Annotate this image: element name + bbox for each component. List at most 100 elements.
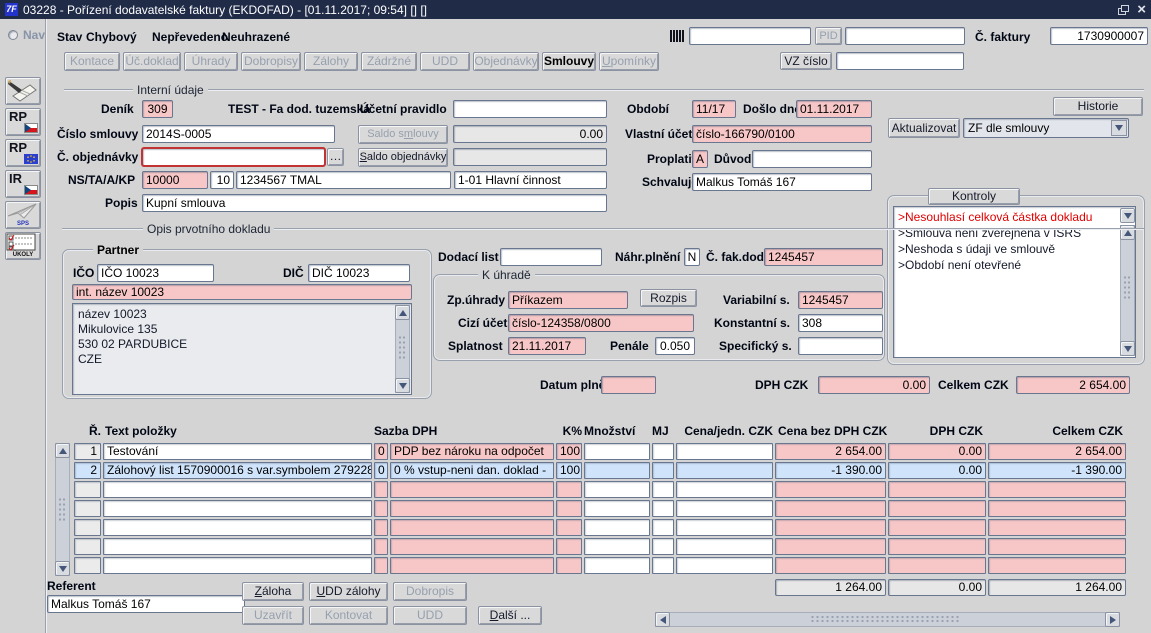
grid-cell-vat[interactable]	[888, 538, 986, 555]
grid-cell-net[interactable]: 2 654.00	[775, 443, 886, 460]
dobropis-button[interactable]: Dobropis	[393, 582, 467, 601]
duvod-field[interactable]	[752, 150, 872, 168]
grid-cell-num[interactable]	[74, 538, 101, 555]
tab-kontace[interactable]: Kontace	[64, 52, 120, 71]
vz-cislo-input[interactable]	[836, 52, 964, 70]
grid-cell-code[interactable]: 0	[374, 443, 388, 460]
tab-zadrzne[interactable]: Zádržné	[361, 52, 417, 71]
tab-uhrady[interactable]: Úhrady	[184, 52, 238, 71]
cislo-smlouvy-field[interactable]: 2014S-0005	[142, 125, 335, 143]
ns-field-2[interactable]: 10	[210, 171, 234, 189]
grid-cell-k[interactable]: 100	[556, 462, 582, 479]
datum-plneni-field[interactable]	[601, 376, 656, 394]
grid-cell-vat[interactable]: 0.00	[888, 443, 986, 460]
grid-cell-net[interactable]	[775, 538, 886, 555]
grid-cell-num[interactable]	[74, 481, 101, 498]
nav-radio[interactable]	[8, 30, 18, 40]
address-scroll-up-icon[interactable]	[395, 305, 410, 320]
grid-cell-total[interactable]: -1 390.00	[988, 462, 1126, 479]
grid-cell-code[interactable]	[374, 500, 388, 517]
grid-cell-net[interactable]	[775, 481, 886, 498]
grid-scroll-up-icon[interactable]	[55, 443, 70, 458]
ns-field-1[interactable]: 10000	[142, 171, 208, 189]
grid-cell-mj[interactable]	[652, 519, 674, 536]
kontroly-scroll-down-icon[interactable]	[1120, 341, 1135, 356]
grid-cell-unit[interactable]	[676, 443, 773, 460]
sidebar-button-sign-invoice[interactable]	[5, 77, 41, 105]
ico-field[interactable]: IČO 10023	[97, 264, 214, 282]
grid-cell-rate[interactable]	[390, 481, 554, 498]
grid-cell-text[interactable]	[103, 519, 372, 536]
udd-button[interactable]: UDD	[393, 606, 467, 625]
grid-cell-num[interactable]: 1	[74, 443, 101, 460]
grid-cell-mj[interactable]	[652, 557, 674, 574]
restore-window-icon[interactable]	[1118, 5, 1129, 15]
grid-cell-mj[interactable]	[652, 481, 674, 498]
aktualizovat-button[interactable]: Aktualizovat	[888, 118, 960, 138]
grid-cell-mj[interactable]	[652, 538, 674, 555]
udd-zalohy-button[interactable]: UDD zálohy	[309, 582, 388, 601]
tab-smlouvy[interactable]: Smlouvy	[542, 52, 596, 71]
grid-cell-total[interactable]: 2 654.00	[988, 443, 1126, 460]
grid-scroll-right-icon[interactable]	[1105, 612, 1120, 627]
kontroly-dropdown-icon[interactable]	[1120, 208, 1135, 223]
specificky-field[interactable]	[798, 337, 883, 355]
grid-scroll-left-icon[interactable]	[655, 612, 670, 627]
konstantni-field[interactable]: 308	[798, 314, 883, 332]
ns-field-3[interactable]: 1234567 TMAL	[236, 171, 451, 189]
pid-input[interactable]	[845, 27, 965, 45]
grid-cell-rate[interactable]: 0 % vstup-neni dan. doklad -	[390, 462, 554, 479]
grid-cell-code[interactable]	[374, 519, 388, 536]
grid-cell-mj[interactable]	[652, 462, 674, 479]
grid-cell-text[interactable]	[103, 538, 372, 555]
c-objednavky-field[interactable]	[142, 148, 325, 166]
doslo-dne-field[interactable]: 01.11.2017	[796, 100, 872, 118]
grid-cell-vat[interactable]	[888, 500, 986, 517]
grid-cell-num[interactable]	[74, 557, 101, 574]
grid-cell-total[interactable]	[988, 538, 1126, 555]
grid-cell-vat[interactable]	[888, 481, 986, 498]
grid-cell-code[interactable]: 0	[374, 462, 388, 479]
vlastni-ucet-field[interactable]: číslo-166790/0100	[692, 125, 872, 143]
grid-cell-rate[interactable]	[390, 519, 554, 536]
tab-zalohy[interactable]: Zálohy	[304, 52, 358, 71]
sidebar-button-ir-cz[interactable]: IR	[5, 170, 41, 198]
dalsi-button[interactable]: Další ...	[478, 606, 542, 625]
grid-cell-unit[interactable]	[676, 538, 773, 555]
saldo-smlouvy-button[interactable]: Saldo smlouvy	[358, 125, 448, 144]
kontroly-item[interactable]: >Nesouhlasí celková částka dokladu	[898, 210, 1092, 224]
grid-cell-text[interactable]: Zálohový list 1570900016 s var.symbolem …	[103, 462, 372, 479]
ucetni-pravidlo-field[interactable]	[453, 100, 607, 118]
grid-cell-qty[interactable]	[584, 481, 650, 498]
grid-cell-text[interactable]	[103, 481, 372, 498]
address-scroll-thumb[interactable]	[398, 335, 407, 359]
grid-cell-k[interactable]	[556, 519, 582, 536]
penale-field[interactable]: 0.050	[655, 337, 695, 355]
ns-field-4[interactable]: 1-01 Hlavní činnost	[454, 171, 607, 189]
partner-name-field[interactable]: int. název 10023	[72, 284, 412, 300]
grid-cell-num[interactable]	[74, 519, 101, 536]
grid-cell-net[interactable]	[775, 500, 886, 517]
grid-hscroll-thumb[interactable]	[810, 615, 960, 624]
kontroly-item[interactable]: >Neshoda s údaji ve smlouvě	[898, 242, 1055, 256]
grid-scroll-down-icon[interactable]	[55, 561, 70, 576]
grid-cell-qty[interactable]	[584, 557, 650, 574]
grid-cell-total[interactable]	[988, 519, 1126, 536]
objednavka-lookup-button[interactable]: …	[327, 148, 344, 166]
grid-cell-rate[interactable]: PDP bez nároku na odpočet	[390, 443, 554, 460]
grid-cell-k[interactable]	[556, 557, 582, 574]
grid-cell-unit[interactable]	[676, 481, 773, 498]
grid-cell-net[interactable]	[775, 557, 886, 574]
grid-cell-num[interactable]: 2	[74, 462, 101, 479]
zaloha-button[interactable]: Záloha	[242, 582, 304, 601]
variabilni-field[interactable]: 1245457	[798, 291, 883, 309]
grid-cell-unit[interactable]	[676, 519, 773, 536]
kontroly-title-button[interactable]: Kontroly	[928, 188, 1020, 205]
sidebar-button-sps[interactable]: SPS	[5, 201, 41, 229]
historie-button[interactable]: Historie	[1053, 97, 1143, 116]
tab-dobropisy[interactable]: Dobropisy	[241, 52, 301, 71]
grid-scroll-thumb[interactable]	[58, 497, 67, 521]
dodaci-list-field[interactable]	[500, 248, 602, 266]
splatnost-field[interactable]: 21.11.2017	[508, 337, 586, 355]
grid-cell-code[interactable]	[374, 557, 388, 574]
